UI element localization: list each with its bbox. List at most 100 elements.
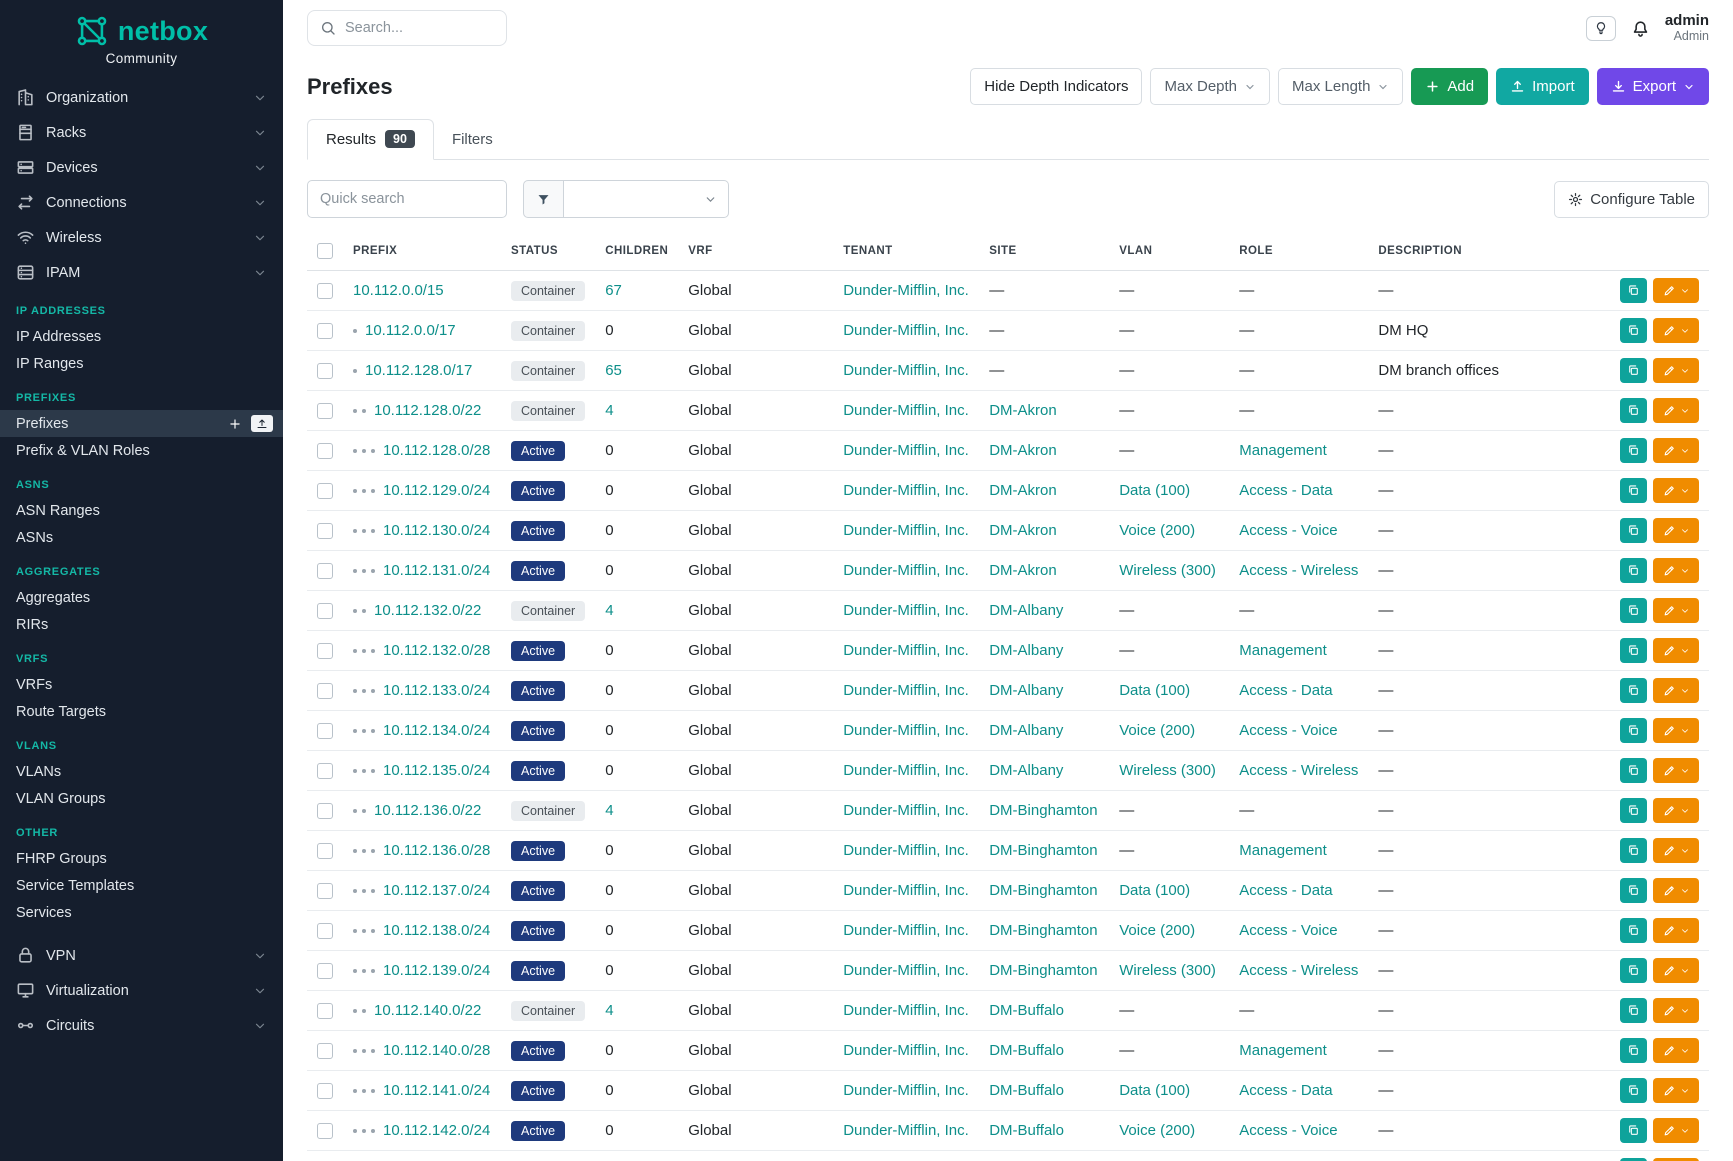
site-link[interactable]: DM-Albany bbox=[989, 722, 1063, 739]
user-menu[interactable]: admin Admin bbox=[1665, 12, 1709, 44]
edit-button[interactable] bbox=[1653, 1038, 1699, 1063]
role-link[interactable]: Access - Voice bbox=[1239, 522, 1337, 539]
vlan-link[interactable]: Voice (200) bbox=[1119, 722, 1195, 739]
site-link[interactable]: DM-Binghamton bbox=[989, 922, 1097, 939]
tenant-link[interactable]: Dunder-Mifflin, Inc. bbox=[843, 1082, 969, 1099]
vlan-link[interactable]: Data (100) bbox=[1119, 882, 1190, 899]
row-checkbox[interactable] bbox=[317, 483, 333, 499]
hide-depth-indicators-button[interactable]: Hide Depth Indicators bbox=[970, 68, 1142, 105]
prefix-link[interactable]: 10.112.140.0/28 bbox=[383, 1042, 490, 1059]
vlan-link[interactable]: Wireless (300) bbox=[1119, 562, 1216, 579]
tenant-link[interactable]: Dunder-Mifflin, Inc. bbox=[843, 602, 969, 619]
site-link[interactable]: DM-Akron bbox=[989, 442, 1057, 459]
tenant-link[interactable]: Dunder-Mifflin, Inc. bbox=[843, 882, 969, 899]
tenant-link[interactable]: Dunder-Mifflin, Inc. bbox=[843, 482, 969, 499]
children-link[interactable]: 4 bbox=[605, 602, 613, 619]
children-link[interactable]: 4 bbox=[605, 1002, 613, 1019]
tenant-link[interactable]: Dunder-Mifflin, Inc. bbox=[843, 682, 969, 699]
tenant-link[interactable]: Dunder-Mifflin, Inc. bbox=[843, 322, 969, 339]
site-link[interactable]: DM-Binghamton bbox=[989, 962, 1097, 979]
copy-button[interactable] bbox=[1620, 718, 1647, 743]
tenant-link[interactable]: Dunder-Mifflin, Inc. bbox=[843, 522, 969, 539]
row-checkbox[interactable] bbox=[317, 563, 333, 579]
tenant-link[interactable]: Dunder-Mifflin, Inc. bbox=[843, 962, 969, 979]
prefix-link[interactable]: 10.112.134.0/24 bbox=[383, 722, 490, 739]
tenant-link[interactable]: Dunder-Mifflin, Inc. bbox=[843, 842, 969, 859]
sidebar-item-prefix-vlan-roles[interactable]: Prefix & VLAN Roles bbox=[0, 437, 283, 464]
prefix-link[interactable]: 10.112.140.0/22 bbox=[374, 1002, 481, 1019]
add-button[interactable]: Add bbox=[1411, 68, 1488, 105]
sidebar-item-organization[interactable]: Organization bbox=[0, 80, 283, 115]
role-link[interactable]: Access - Data bbox=[1239, 682, 1332, 699]
prefix-link[interactable]: 10.112.129.0/24 bbox=[383, 482, 490, 499]
sidebar-item-ip-ranges[interactable]: IP Ranges bbox=[0, 350, 283, 377]
vlan-link[interactable]: Wireless (300) bbox=[1119, 762, 1216, 779]
sidebar-item-wireless[interactable]: Wireless bbox=[0, 220, 283, 255]
edit-button[interactable] bbox=[1653, 398, 1699, 423]
copy-button[interactable] bbox=[1620, 998, 1647, 1023]
copy-button[interactable] bbox=[1620, 558, 1647, 583]
sidebar-item-rirs[interactable]: RIRs bbox=[0, 611, 283, 638]
row-checkbox[interactable] bbox=[317, 1043, 333, 1059]
site-link[interactable]: DM-Buffalo bbox=[989, 1042, 1064, 1059]
edit-button[interactable] bbox=[1653, 518, 1699, 543]
copy-button[interactable] bbox=[1620, 758, 1647, 783]
row-checkbox[interactable] bbox=[317, 763, 333, 779]
sidebar-item-fhrp-groups[interactable]: FHRP Groups bbox=[0, 845, 283, 872]
row-checkbox[interactable] bbox=[317, 843, 333, 859]
prefix-link[interactable]: 10.112.142.0/24 bbox=[383, 1122, 490, 1139]
edit-button[interactable] bbox=[1653, 318, 1699, 343]
sidebar-item-ip-addresses[interactable]: IP Addresses bbox=[0, 323, 283, 350]
prefix-link[interactable]: 10.112.0.0/15 bbox=[353, 282, 444, 299]
prefix-link[interactable]: 10.112.128.0/22 bbox=[374, 402, 481, 419]
edit-button[interactable] bbox=[1653, 678, 1699, 703]
role-link[interactable]: Access - Data bbox=[1239, 882, 1332, 899]
tenant-link[interactable]: Dunder-Mifflin, Inc. bbox=[843, 442, 969, 459]
sidebar-item-prefixes[interactable]: Prefixes bbox=[0, 410, 283, 437]
edit-button[interactable] bbox=[1653, 1118, 1699, 1143]
prefix-link[interactable]: 10.112.131.0/24 bbox=[383, 562, 490, 579]
vlan-link[interactable]: Data (100) bbox=[1119, 682, 1190, 699]
import-button[interactable]: Import bbox=[1496, 68, 1589, 105]
copy-button[interactable] bbox=[1620, 398, 1647, 423]
site-link[interactable]: DM-Binghamton bbox=[989, 842, 1097, 859]
row-checkbox[interactable] bbox=[317, 363, 333, 379]
edit-button[interactable] bbox=[1653, 598, 1699, 623]
edit-button[interactable] bbox=[1653, 958, 1699, 983]
configure-table-button[interactable]: Configure Table bbox=[1554, 181, 1709, 218]
children-link[interactable]: 67 bbox=[605, 282, 622, 299]
vlan-link[interactable]: Data (100) bbox=[1119, 1082, 1190, 1099]
tenant-link[interactable]: Dunder-Mifflin, Inc. bbox=[843, 1002, 969, 1019]
edit-button[interactable] bbox=[1653, 998, 1699, 1023]
sidebar-item-racks[interactable]: Racks bbox=[0, 115, 283, 150]
tenant-link[interactable]: Dunder-Mifflin, Inc. bbox=[843, 762, 969, 779]
edit-button[interactable] bbox=[1653, 718, 1699, 743]
role-link[interactable]: Management bbox=[1239, 642, 1327, 659]
row-checkbox[interactable] bbox=[317, 443, 333, 459]
vlan-link[interactable]: Voice (200) bbox=[1119, 922, 1195, 939]
edit-button[interactable] bbox=[1653, 878, 1699, 903]
tenant-link[interactable]: Dunder-Mifflin, Inc. bbox=[843, 282, 969, 299]
quick-add-button[interactable] bbox=[228, 417, 242, 431]
edit-button[interactable] bbox=[1653, 358, 1699, 383]
prefix-link[interactable]: 10.112.128.0/28 bbox=[383, 442, 490, 459]
copy-button[interactable] bbox=[1620, 1078, 1647, 1103]
role-link[interactable]: Access - Voice bbox=[1239, 722, 1337, 739]
prefix-link[interactable]: 10.112.136.0/28 bbox=[383, 842, 490, 859]
copy-button[interactable] bbox=[1620, 278, 1647, 303]
copy-button[interactable] bbox=[1620, 518, 1647, 543]
sidebar-item-asn-ranges[interactable]: ASN Ranges bbox=[0, 497, 283, 524]
row-checkbox[interactable] bbox=[317, 323, 333, 339]
sidebar-item-circuits[interactable]: Circuits bbox=[0, 1008, 283, 1043]
row-checkbox[interactable] bbox=[317, 803, 333, 819]
tenant-link[interactable]: Dunder-Mifflin, Inc. bbox=[843, 922, 969, 939]
vlan-link[interactable]: Voice (200) bbox=[1119, 1122, 1195, 1139]
copy-button[interactable] bbox=[1620, 838, 1647, 863]
role-link[interactable]: Access - Data bbox=[1239, 482, 1332, 499]
row-checkbox[interactable] bbox=[317, 923, 333, 939]
role-link[interactable]: Access - Data bbox=[1239, 1082, 1332, 1099]
site-link[interactable]: DM-Buffalo bbox=[989, 1082, 1064, 1099]
row-checkbox[interactable] bbox=[317, 1083, 333, 1099]
prefix-link[interactable]: 10.112.141.0/24 bbox=[383, 1082, 490, 1099]
site-link[interactable]: DM-Binghamton bbox=[989, 802, 1097, 819]
